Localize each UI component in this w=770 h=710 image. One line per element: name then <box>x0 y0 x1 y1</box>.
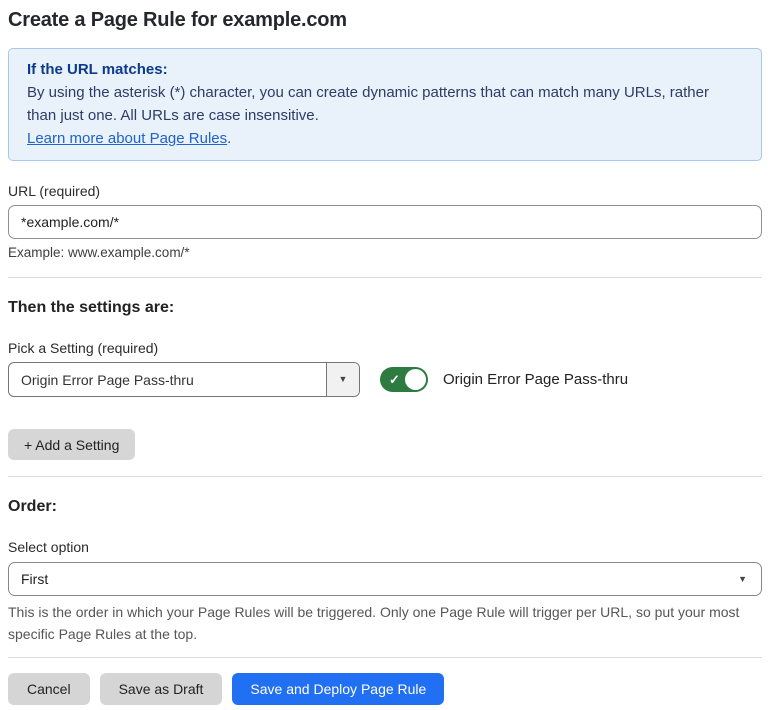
add-setting-button[interactable]: + Add a Setting <box>8 429 136 460</box>
learn-more-link[interactable]: Learn more about Page Rules <box>27 130 227 147</box>
order-help-text: This is the order in which your Page Rul… <box>8 604 740 642</box>
setting-dropdown-button[interactable]: ▼ <box>326 363 359 396</box>
order-section-heading: Order: <box>8 498 57 515</box>
divider <box>8 657 762 658</box>
url-match-info-box: If the URL matches: By using the asteris… <box>8 48 762 161</box>
info-box-link-line: Learn more about Page Rules. <box>27 127 743 150</box>
order-select-value: First <box>21 571 49 587</box>
divider <box>8 476 762 477</box>
setting-toggle[interactable]: ✓ <box>380 367 428 392</box>
toggle-knob <box>405 369 426 390</box>
pick-setting-label: Pick a Setting (required) <box>8 340 159 356</box>
chevron-down-icon: ▼ <box>738 573 747 584</box>
info-box-heading: If the URL matches: <box>27 61 168 78</box>
cancel-button[interactable]: Cancel <box>8 673 90 705</box>
url-label: URL (required) <box>8 183 101 199</box>
info-box-body: By using the asterisk (*) character, you… <box>27 84 709 124</box>
save-deploy-button[interactable]: Save and Deploy Page Rule <box>232 673 445 705</box>
settings-section-heading: Then the settings are: <box>8 299 175 316</box>
form-actions: Cancel Save as Draft Save and Deploy Pag… <box>8 673 762 705</box>
url-input[interactable] <box>8 205 762 239</box>
toggle-label: Origin Error Page Pass-thru <box>443 371 629 388</box>
save-draft-button[interactable]: Save as Draft <box>99 673 223 705</box>
url-example-hint: Example: www.example.com/* <box>8 245 190 260</box>
chevron-down-icon: ▼ <box>338 374 348 384</box>
setting-row: Origin Error Page Pass-thru ▼ ✓ Origin E… <box>8 362 762 397</box>
link-period: . <box>227 130 232 147</box>
check-icon: ✓ <box>389 371 400 387</box>
order-select[interactable]: First ▼ <box>8 562 762 596</box>
create-page-rule-form: Create a Page Rule for example.com If th… <box>0 0 770 705</box>
setting-dropdown[interactable]: Origin Error Page Pass-thru ▼ <box>8 362 360 397</box>
page-title: Create a Page Rule for example.com <box>8 9 347 31</box>
divider <box>8 277 762 278</box>
order-select-label: Select option <box>8 539 89 555</box>
setting-dropdown-value: Origin Error Page Pass-thru <box>21 371 194 388</box>
